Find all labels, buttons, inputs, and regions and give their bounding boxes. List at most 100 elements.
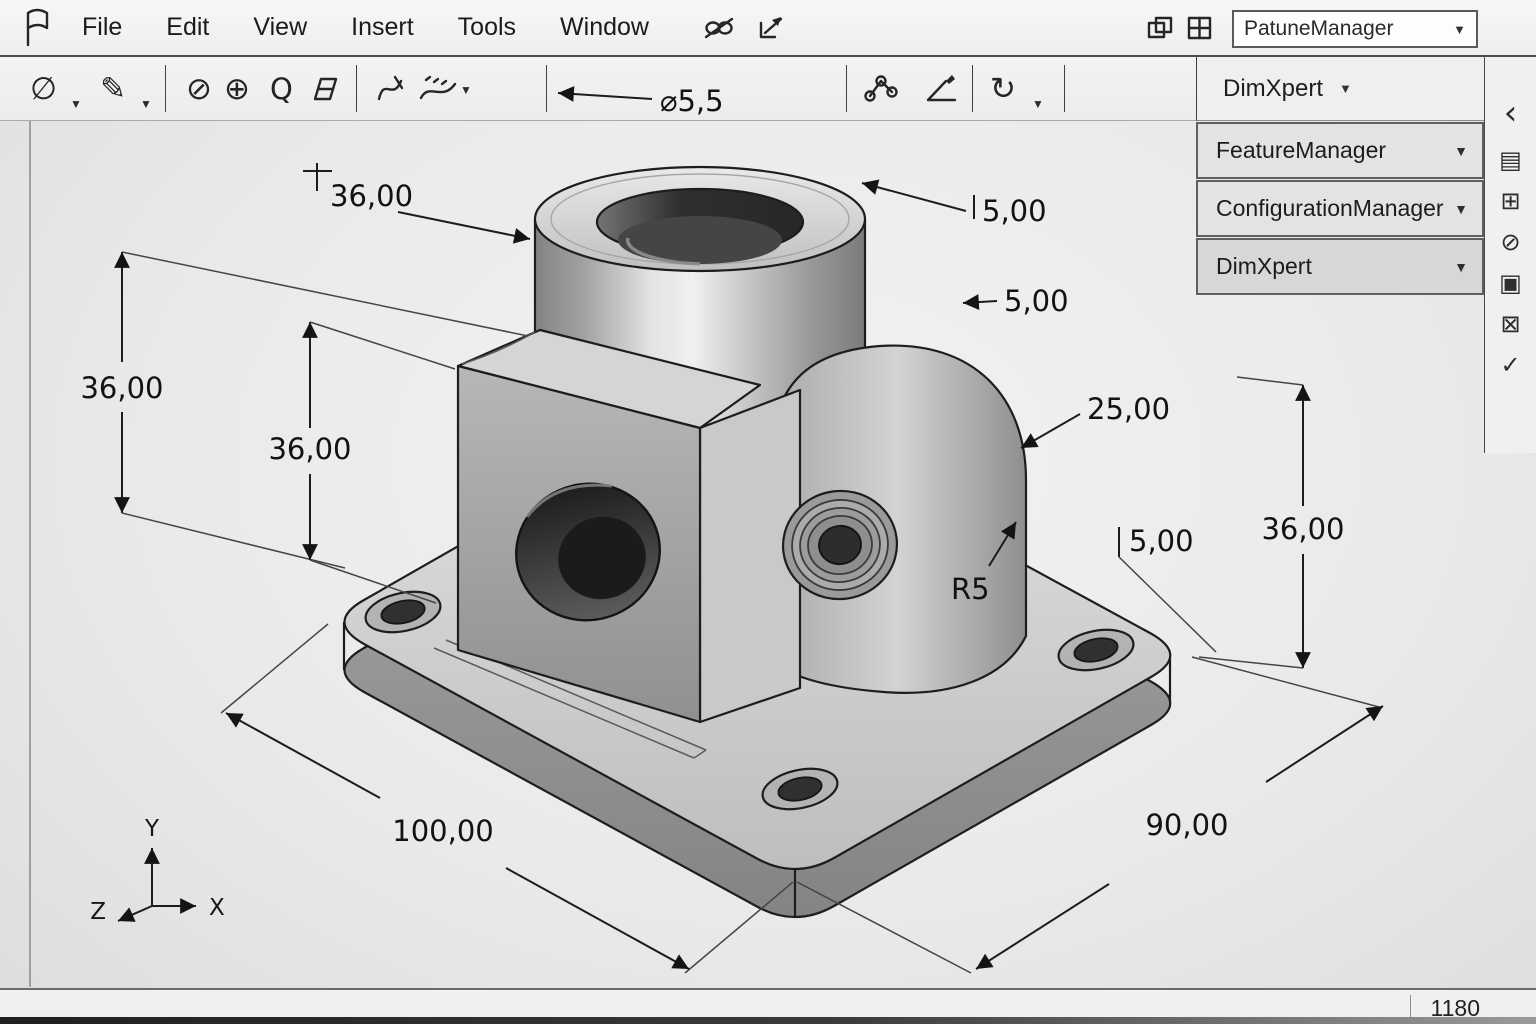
- link-icon[interactable]: [703, 16, 735, 40]
- caret-down-icon: ▼: [1454, 201, 1468, 217]
- dim-label[interactable]: 36,00: [80, 371, 163, 405]
- configurationmanager-label: ConfigurationManager: [1216, 195, 1444, 222]
- manager-dropdown-value: PatuneManager: [1244, 17, 1393, 41]
- menu-insert[interactable]: Insert: [351, 13, 414, 42]
- counterbore-hole-3[interactable]: [1055, 624, 1137, 677]
- front-block-right[interactable]: [700, 390, 800, 722]
- manager-panel: DimXpert ▼ FeatureManager ▼ Configuratio…: [1196, 57, 1484, 295]
- dim-label[interactable]: 5,00: [982, 194, 1047, 228]
- screen-bottom-edge: [0, 1017, 1536, 1024]
- menu-tools[interactable]: Tools: [458, 13, 516, 42]
- dimension-left-height[interactable]: 36,00: [80, 252, 528, 568]
- menu-file[interactable]: File: [82, 13, 122, 42]
- sketch-tool-icon[interactable]: ✎: [100, 71, 126, 107]
- caret-down-icon[interactable]: ▼: [140, 97, 152, 111]
- caret-down-icon: ▼: [1454, 143, 1468, 159]
- mate-tool-icon[interactable]: [862, 73, 898, 105]
- dim-label[interactable]: 25,00: [1087, 392, 1170, 426]
- close-pane-icon[interactable]: ⊠: [1500, 303, 1520, 344]
- configurationmanager-tab[interactable]: ConfigurationManager ▼: [1196, 180, 1484, 237]
- featuremanager-tab[interactable]: FeatureManager ▼: [1196, 122, 1484, 179]
- base-groove: [434, 640, 706, 758]
- featuremanager-label: FeatureManager: [1216, 137, 1386, 164]
- dim-label[interactable]: 36,00: [268, 432, 351, 466]
- toolbar-separator: [972, 65, 973, 112]
- dimxpert-tab[interactable]: DimXpert ▼: [1196, 238, 1484, 295]
- caret-down-icon: ▼: [1339, 81, 1352, 96]
- axis-x-label: X: [209, 895, 225, 921]
- dim-label[interactable]: 5,00: [1004, 284, 1069, 318]
- dim-label[interactable]: R5: [951, 572, 990, 606]
- tile-windows-icon[interactable]: [1146, 15, 1174, 46]
- dimension-base-length[interactable]: 100,00: [221, 624, 793, 973]
- caret-down-icon[interactable]: ▼: [460, 83, 472, 97]
- toolbar-separator: [356, 65, 357, 112]
- menu-bar: File Edit View Insert Tools Window: [0, 0, 1536, 57]
- dimension-base-width[interactable]: 90,00: [797, 657, 1383, 973]
- right-icon-strip: ‹ ▤ ⊞ ⊘ ▣ ⊠ ✓: [1484, 57, 1536, 453]
- menu-edit[interactable]: Edit: [166, 13, 209, 42]
- confirm-icon[interactable]: ✓: [1500, 344, 1520, 385]
- dimension-top-right-offset[interactable]: 5,00: [862, 183, 1047, 228]
- side-lobe[interactable]: [770, 346, 1026, 693]
- deselect-icon[interactable]: ⊘: [1500, 221, 1520, 262]
- point-tool-icon[interactable]: ⊕: [224, 71, 250, 107]
- caret-down-icon: ▼: [1453, 22, 1466, 37]
- base-plate-top[interactable]: [345, 409, 1171, 869]
- property-manager-icon[interactable]: ▤: [1499, 139, 1522, 180]
- menu-window[interactable]: Window: [560, 13, 649, 42]
- dimxpert-toolbar-dropdown[interactable]: DimXpert ▼: [1196, 57, 1484, 121]
- add-tab-icon[interactable]: ⊞: [1500, 180, 1520, 221]
- dimension-lobe-width[interactable]: 25,00: [1021, 392, 1170, 448]
- menu-view[interactable]: View: [253, 13, 307, 42]
- front-block-face[interactable]: [458, 366, 700, 722]
- dimension-block-height[interactable]: 36,00: [268, 322, 455, 603]
- measure-tool-icon[interactable]: [924, 73, 960, 105]
- diameter-dimension-tool-icon[interactable]: ∅: [30, 71, 57, 107]
- rotate-view-tool-icon[interactable]: ↻: [990, 71, 1016, 107]
- manager-dropdown[interactable]: PatuneManager ▼: [1232, 10, 1478, 48]
- toolbar-separator: [1064, 65, 1065, 112]
- counterbore-hole-2[interactable]: [759, 763, 841, 816]
- dimension-right-height[interactable]: 36,00: [1199, 377, 1345, 668]
- dim-label[interactable]: 90,00: [1145, 808, 1228, 842]
- spline-tool-icon[interactable]: [418, 74, 458, 104]
- axis-z-label: Z: [90, 899, 106, 925]
- toolbar-separator: [165, 65, 166, 112]
- dim-label[interactable]: 100,00: [392, 814, 493, 848]
- collapse-panel-icon[interactable]: ‹: [1504, 87, 1518, 139]
- dimxpert-label: DimXpert: [1216, 253, 1312, 280]
- display-pane-icon[interactable]: ▣: [1499, 262, 1522, 303]
- caret-down-icon[interactable]: ▼: [1032, 97, 1044, 111]
- counterbore-hole-1[interactable]: [362, 586, 444, 639]
- base-plate-side[interactable]: [345, 457, 1171, 917]
- circle-tool-icon[interactable]: ⊘: [186, 71, 212, 107]
- part-model[interactable]: [344, 167, 1170, 917]
- share-arrow-icon[interactable]: [757, 15, 785, 41]
- dimension-plate-thickness[interactable]: 5,00: [1119, 524, 1216, 652]
- boss-cylinder[interactable]: [535, 219, 865, 468]
- front-bore-hole[interactable]: [502, 469, 675, 636]
- threaded-hole[interactable]: [776, 484, 904, 607]
- dimension-wall-thickness[interactable]: 5,00: [963, 284, 1069, 318]
- boss-bore[interactable]: [597, 189, 803, 255]
- toolbar-separator: [546, 65, 547, 112]
- caret-down-icon: ▼: [1454, 259, 1468, 275]
- dimension-fillet-radius[interactable]: R5: [951, 522, 1016, 606]
- dimension-boss-diameter[interactable]: 36,00: [303, 163, 530, 239]
- dim-label[interactable]: 5,00: [1129, 524, 1194, 558]
- front-block-top[interactable]: [458, 330, 760, 428]
- dimxpert-dropdown-label: DimXpert: [1223, 75, 1323, 103]
- boss-top[interactable]: [535, 167, 865, 271]
- app-logo-icon[interactable]: [20, 7, 54, 49]
- menu-items: File Edit View Insert Tools Window: [82, 13, 693, 42]
- trim-curve-tool-icon[interactable]: [374, 73, 406, 105]
- toolbar-separator: [846, 65, 847, 112]
- new-window-icon[interactable]: [1186, 15, 1214, 46]
- dim-label[interactable]: 36,00: [330, 179, 413, 213]
- fillet-edge: [462, 332, 535, 364]
- dim-label[interactable]: 36,00: [1261, 512, 1344, 546]
- caret-down-icon[interactable]: ▼: [70, 97, 82, 111]
- plane-tool-icon[interactable]: [308, 75, 342, 103]
- zoom-tool-icon[interactable]: Q: [270, 72, 293, 106]
